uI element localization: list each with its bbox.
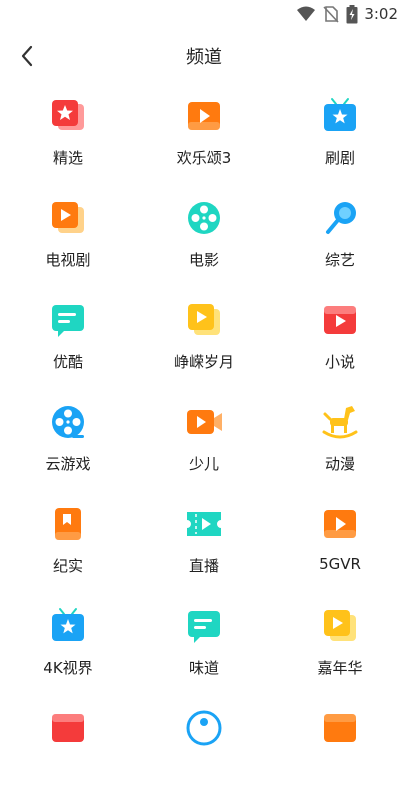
channel-zhengrongsuiyue[interactable]: 峥嵘岁月 [136,300,272,402]
channel-label: 云游戏 [45,455,91,473]
ticket-play-icon [187,512,221,536]
play-card-stack-icon [188,304,220,335]
channel-label: 综艺 [324,251,355,269]
channel-jishi[interactable]: 纪实 [0,504,136,606]
channel-shuaju[interactable]: 刷剧 [272,96,408,198]
play-card-icon [324,714,356,742]
channel-label: 电影 [188,251,219,269]
header: 频道 [0,36,408,76]
channel-partial[interactable] [272,708,408,810]
battery-icon [346,5,358,24]
channel-label: 4K视界 [43,659,93,677]
channel-label: 电视剧 [45,251,91,269]
channel-youku[interactable]: 优酷 [0,300,136,402]
channel-row: 纪实 直播 5GVR [0,504,408,606]
star-badge-icon [52,100,84,130]
channel-label: 直播 [188,557,219,575]
no-sim-icon [323,6,339,23]
channel-row: 精选 欢乐颂3 刷剧 [0,96,408,198]
play-card-icon [188,102,220,130]
channel-5gvr[interactable]: 5GVR [272,504,408,606]
play-card-icon [52,714,84,742]
status-bar: 3:02 [0,0,408,28]
channel-label: 优酷 [52,353,83,371]
channel-jianianhua[interactable]: 嘉年华 [272,606,408,708]
channel-label: 动漫 [324,455,355,473]
channel-label: 少儿 [188,455,219,473]
channel-shaoer[interactable]: 少儿 [136,402,272,504]
channel-zhibo[interactable]: 直播 [136,504,272,606]
channel-row: 云游戏 少儿 动漫 [0,402,408,504]
channel-label: 欢乐颂3 [176,149,232,167]
page-title: 频道 [186,47,222,68]
channel-zongyi[interactable]: 综艺 [272,198,408,300]
clock: 3:02 [364,5,398,23]
tv-star-icon [52,608,84,641]
channel-row [0,708,408,810]
channel-dianshiju[interactable]: 电视剧 [0,198,136,300]
channel-dianying[interactable]: 电影 [136,198,272,300]
channel-label: 小说 [324,353,355,371]
film-reel-icon [188,202,220,234]
channel-huanlesong3[interactable]: 欢乐颂3 [136,96,272,198]
chat-card-icon [52,305,84,337]
channel-label: 嘉年华 [317,659,363,677]
channel-label: 纪实 [52,557,83,575]
ball-icon [186,710,222,746]
channel-xiaoshuo[interactable]: 小说 [272,300,408,402]
channel-label: 5GVR [319,555,361,573]
bookmark-card-icon [55,508,81,540]
channel-row: 优酷 峥嵘岁月 小说 [0,300,408,402]
play-card-stack-icon [52,202,84,233]
play-card-icon [324,306,356,334]
video-camera-icon [187,410,222,434]
channel-label: 刷剧 [324,149,355,167]
play-card-icon [324,510,356,538]
channel-dongman[interactable]: 动漫 [272,402,408,504]
film-reel-icon [52,406,84,438]
play-card-stack-icon [324,610,356,641]
channel-yunyouxi[interactable]: 云游戏 [0,402,136,504]
chat-card-icon [188,611,220,643]
channel-jingxuan[interactable]: 精选 [0,96,136,198]
wifi-icon [297,6,315,21]
microphone-icon [326,202,356,234]
rocking-horse-icon [322,406,358,439]
channel-weidao[interactable]: 味道 [136,606,272,708]
channel-grid: 精选 欢乐颂3 刷剧 电视剧 电影 综艺 优酷 峥嵘岁月 小说 云游戏 少儿 动… [0,96,408,810]
channel-row: 电视剧 电影 综艺 [0,198,408,300]
channel-partial[interactable] [136,708,272,810]
channel-partial[interactable] [0,708,136,810]
tv-star-icon [324,98,356,131]
channel-label: 峥嵘岁月 [173,353,234,371]
channel-label: 精选 [52,149,83,167]
channel-4kshijie[interactable]: 4K视界 [0,606,136,708]
channel-label: 味道 [188,659,219,677]
channel-row: 4K视界 味道 嘉年华 [0,606,408,708]
